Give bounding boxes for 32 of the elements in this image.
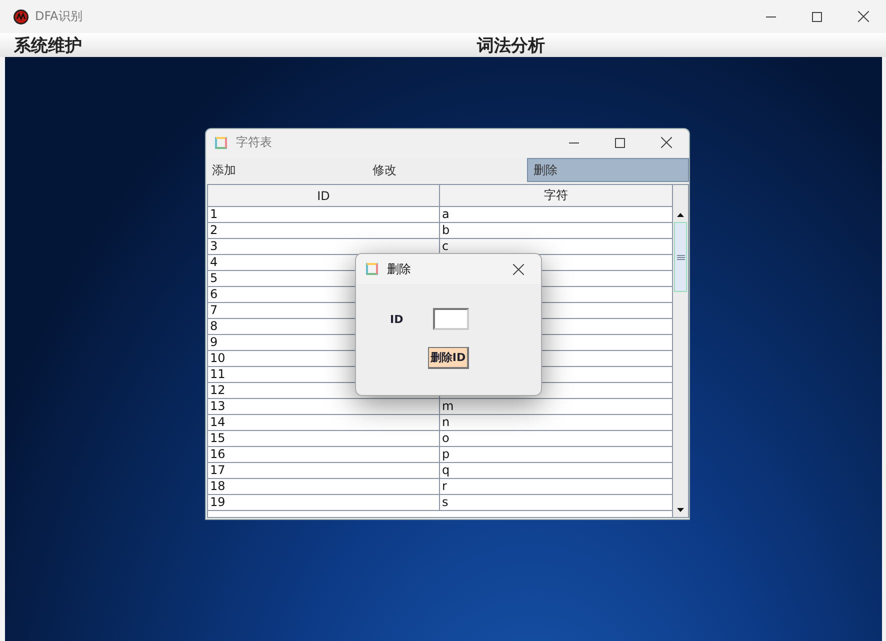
table-cell: b (440, 223, 672, 239)
close-icon (660, 137, 672, 148)
table-cell: 15 (208, 431, 440, 447)
column-header[interactable]: ID (208, 185, 440, 207)
menu-item[interactable]: 词法分析 (463, 34, 545, 56)
table-cell: 18 (208, 479, 440, 495)
window-title: DFA识别 (35, 8, 84, 25)
maximize-icon (812, 12, 822, 22)
table-cell: 17 (208, 463, 440, 479)
close-icon (858, 11, 868, 22)
frame-icon (215, 136, 227, 148)
table-cell: 2 (208, 223, 440, 239)
table-cell: 13 (208, 399, 440, 415)
scrollbar[interactable] (672, 185, 688, 517)
toolbar-button[interactable]: 删除 (526, 158, 689, 182)
up-triangle-icon (677, 212, 684, 216)
table-cell: 1 (208, 207, 440, 223)
grip-icon (676, 254, 684, 260)
maximize-icon (615, 138, 625, 148)
window-title: 字符表 (236, 134, 273, 151)
table-cell: 14 (208, 415, 440, 431)
down-triangle-icon (677, 508, 684, 512)
column-header[interactable]: 字符 (440, 185, 672, 207)
id-input-field[interactable] (433, 308, 470, 330)
menu-item[interactable]: 系统维护 (0, 34, 463, 56)
close-icon (512, 264, 524, 274)
frame-icon (366, 263, 378, 275)
delete-id-button[interactable]: 删除ID (428, 347, 469, 369)
app-logo-icon (13, 8, 29, 24)
table-cell: 16 (208, 447, 440, 463)
table-cell: 19 (208, 495, 440, 511)
table-cell: 3 (208, 239, 440, 255)
